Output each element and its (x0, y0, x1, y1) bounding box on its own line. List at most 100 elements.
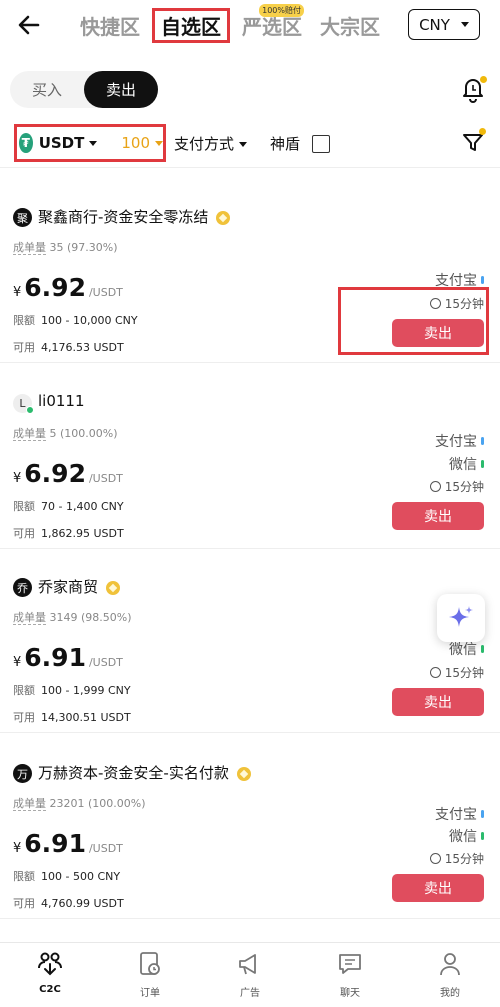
nav-label: 聊天 (340, 988, 360, 999)
chat-icon (339, 954, 361, 974)
merchant-name-text: 乔家商贸 (38, 578, 99, 596)
caret-down-icon (155, 140, 163, 146)
currency-selector[interactable]: CNY (408, 9, 480, 40)
merchant-name[interactable]: 聚鑫商行-资金安全零冻结 (38, 206, 231, 227)
yen-symbol: ¥ (13, 841, 22, 856)
yen-symbol: ¥ (13, 471, 22, 486)
available-label: 可用 (13, 711, 35, 724)
available-label: 可用 (13, 341, 35, 354)
wechat-indicator-icon (481, 832, 484, 840)
tab-selected[interactable]: 自选区 (152, 7, 230, 43)
bottom-nav: C2C 订单 广告 聊天 我的 (0, 942, 500, 1007)
alipay-indicator-icon (481, 276, 484, 284)
limit-row: 限额 100 - 500 CNY (13, 868, 120, 884)
merchant-name[interactable]: 万赫资本-资金安全-实名付款 (38, 762, 251, 783)
limit-label: 限额 (13, 870, 35, 883)
nav-label: 订单 (140, 988, 160, 999)
price-unit: /USDT (88, 842, 123, 855)
amount-value: 100 (121, 134, 150, 152)
buy-tab[interactable]: 买入 (10, 71, 84, 108)
price-value: 6.91 (24, 829, 86, 858)
wechat-indicator-icon (481, 460, 484, 468)
pay-time-value: 15分钟 (444, 480, 484, 494)
listing-card: 万 万赫资本-资金安全-实名付款 成单量 23201 (100.00%) ¥6.… (0, 734, 500, 919)
pay-time: 15分钟 (429, 664, 484, 681)
filter-dot (479, 128, 486, 135)
nav-chat[interactable]: 聊天 (300, 943, 400, 1007)
nav-profile[interactable]: 我的 (400, 943, 500, 1007)
payment-alipay: 支付宝 (435, 431, 484, 451)
price-value: 6.92 (24, 459, 86, 488)
tab-strict[interactable]: 严选区 100%赔付 (242, 3, 304, 40)
shield-checkbox[interactable] (312, 134, 331, 153)
sell-button[interactable]: 卖出 (392, 874, 484, 902)
order-stats: 成单量 3149 (98.50%) (13, 609, 132, 625)
zone-tabs: 快捷区 自选区 严选区 100%赔付 大宗区 (80, 3, 398, 43)
available-label: 可用 (13, 527, 35, 540)
coin-amount-filter[interactable]: ₮ USDT 100 (14, 124, 166, 162)
limit-value: 100 - 500 CNY (41, 870, 121, 883)
alipay-indicator-icon (481, 810, 484, 818)
sell-button[interactable]: 卖出 (392, 502, 484, 530)
divider (0, 167, 500, 168)
price-unit: /USDT (88, 286, 123, 299)
yen-symbol: ¥ (13, 285, 22, 300)
payment-wechat: 微信 (449, 826, 484, 846)
available-label: 可用 (13, 897, 35, 910)
sparkle-icon (449, 606, 473, 627)
back-arrow-icon[interactable] (14, 10, 44, 40)
timer-icon (429, 667, 441, 678)
filter-bar: ₮ USDT 100 支付方式 神盾 (0, 124, 500, 164)
available-value: 1,862.95 USDT (41, 527, 124, 540)
buy-sell-toggle: 买入 卖出 (10, 71, 158, 108)
highlight-box (338, 287, 489, 355)
filter-button[interactable] (460, 128, 486, 155)
limit-value: 100 - 1,999 CNY (41, 684, 131, 697)
c2c-users-icon (38, 952, 62, 976)
yen-symbol: ¥ (13, 655, 22, 670)
caret-down-icon (239, 142, 248, 147)
price-value: 6.92 (24, 273, 86, 302)
sell-button[interactable]: 卖出 (392, 688, 484, 716)
notification-button[interactable] (460, 75, 487, 103)
payment-name: 微信 (449, 457, 477, 473)
tab-bulk[interactable]: 大宗区 (320, 11, 380, 40)
nav-label: 我的 (440, 988, 460, 999)
nav-ads[interactable]: 广告 (200, 943, 300, 1007)
limit-row: 限额 100 - 10,000 CNY (13, 312, 138, 328)
orders-value: 5 (100.00%) (49, 427, 118, 440)
timer-icon (429, 481, 441, 492)
megaphone-icon (239, 954, 256, 975)
limit-value: 70 - 1,400 CNY (41, 500, 124, 513)
payment-name: 支付宝 (435, 807, 477, 823)
nav-c2c[interactable]: C2C (0, 943, 100, 1007)
shield-label: 神盾 (270, 135, 301, 153)
merchant-name[interactable]: li0111 (38, 392, 85, 410)
pay-time-value: 15分钟 (444, 666, 484, 680)
price: ¥6.92/USDT (13, 459, 123, 489)
payment-wechat: 微信 (449, 639, 484, 659)
orders-value: 23201 (100.00%) (49, 797, 146, 810)
merchant-name-text: 聚鑫商行-资金安全零冻结 (38, 208, 209, 226)
tether-icon: ₮ (19, 133, 33, 153)
merchant-name[interactable]: 乔家商贸 (38, 576, 121, 597)
tab-quick[interactable]: 快捷区 (80, 11, 140, 40)
sell-tab[interactable]: 卖出 (84, 71, 158, 108)
available-value: 4,176.53 USDT (41, 341, 124, 354)
merchant-name-text: 万赫资本-资金安全-实名付款 (38, 764, 229, 782)
orders-label: 成单量 (13, 427, 46, 441)
nav-orders[interactable]: 订单 (100, 943, 200, 1007)
payment-method-label: 支付方式 (174, 135, 235, 153)
avatar: 乔 (13, 578, 32, 597)
orders-label: 成单量 (13, 241, 46, 255)
shield-filter[interactable]: 神盾 (270, 133, 331, 154)
payment-method-filter[interactable]: 支付方式 (174, 133, 248, 154)
price: ¥6.91/USDT (13, 643, 123, 673)
price-unit: /USDT (88, 656, 123, 669)
available-row: 可用 1,862.95 USDT (13, 525, 124, 541)
limit-label: 限额 (13, 314, 35, 327)
orders-label: 成单量 (13, 797, 46, 811)
order-stats: 成单量 23201 (100.00%) (13, 795, 146, 811)
ai-assistant-button[interactable] (437, 594, 485, 642)
orders-icon (140, 952, 160, 975)
